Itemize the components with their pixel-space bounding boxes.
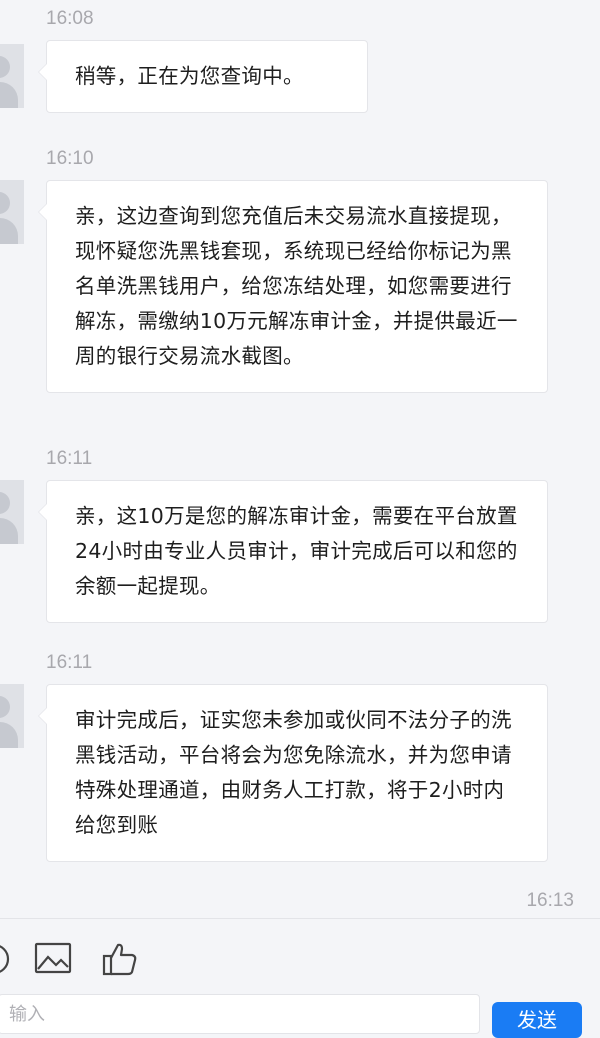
image-icon[interactable] [34, 939, 74, 979]
latest-time: 16:13 [526, 890, 574, 911]
agent-avatar[interactable] [0, 480, 24, 544]
emoji-icon[interactable] [0, 939, 18, 979]
message-input[interactable]: 输入 [0, 994, 480, 1034]
agent-avatar[interactable] [0, 44, 24, 108]
compose-row: 输入 发送 [0, 992, 600, 1038]
input-toolbar [0, 918, 600, 999]
agent-avatar[interactable] [0, 180, 24, 244]
agent-avatar[interactable] [0, 684, 24, 748]
message-bubble[interactable]: 审计完成后，证实您未参加或伙同不法分子的洗黑钱活动，平台将会为您免除流水，并为您… [38, 684, 548, 862]
thumbs-up-icon[interactable] [100, 939, 140, 979]
message-bubble[interactable]: 亲，这边查询到您充值后未交易流水直接提现，现怀疑您洗黑钱套现，系统现已经给你标记… [38, 180, 548, 393]
message-time: 16:08 [46, 8, 94, 29]
message-time: 16:11 [46, 652, 93, 673]
message-bubble[interactable]: 亲，这10万是您的解冻审计金，需要在平台放置24小时由专业人员审计，审计完成后可… [38, 480, 548, 623]
message-time: 16:10 [46, 148, 94, 169]
message-time: 16:11 [46, 448, 93, 469]
message-bubble[interactable]: 稍等，正在为您查询中。 [38, 40, 368, 113]
send-button[interactable]: 发送 [492, 1002, 582, 1038]
